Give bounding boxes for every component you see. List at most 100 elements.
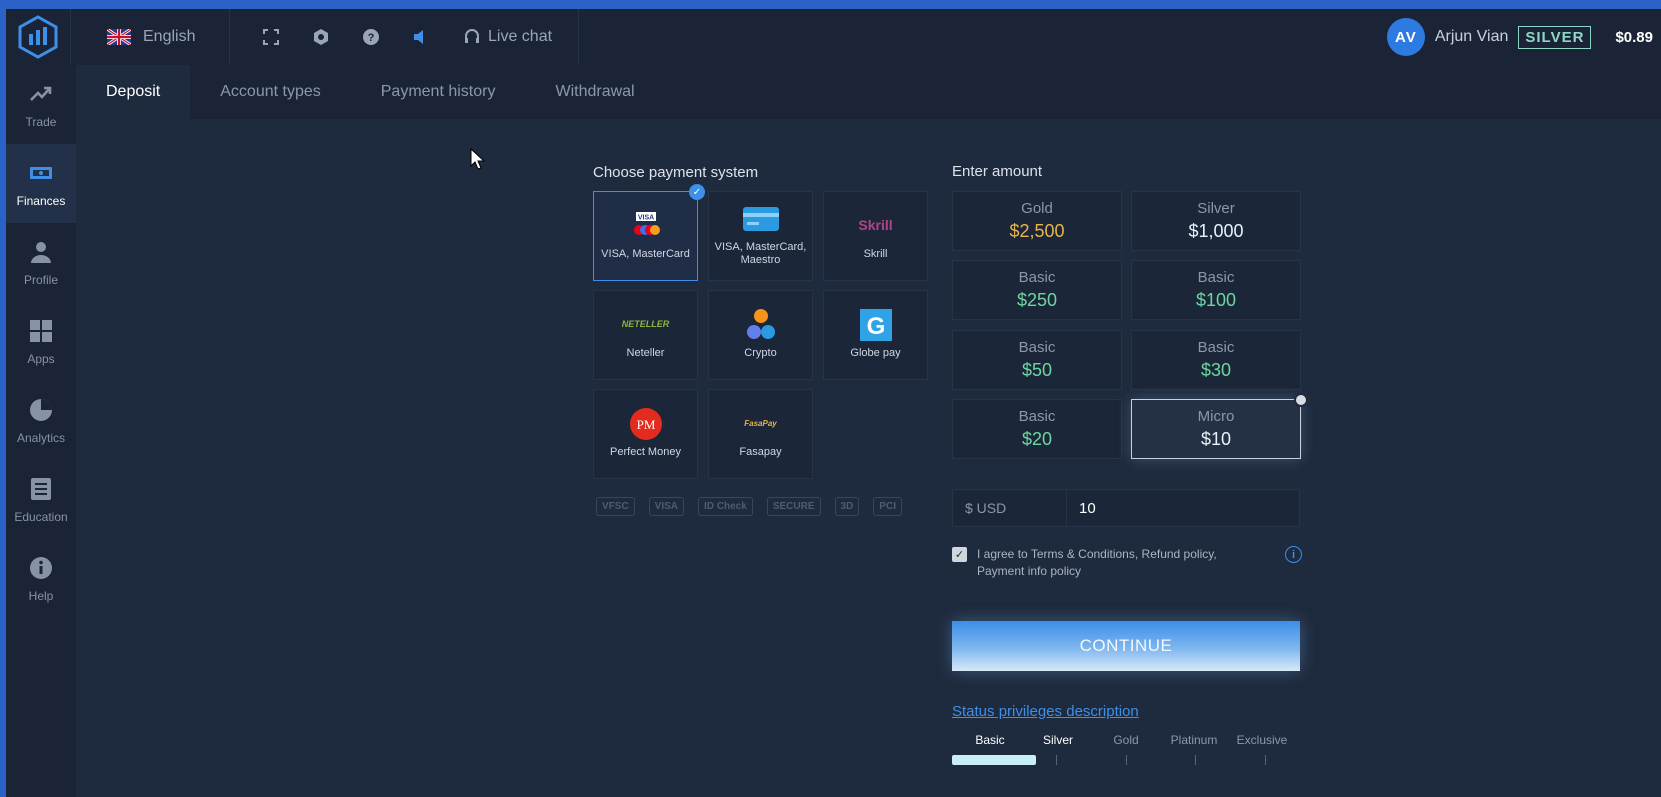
payment-method-label: Perfect Money: [610, 445, 681, 458]
fasapay-logo-icon: FasaPay: [744, 410, 776, 438]
cert-secure: SECURE: [766, 497, 821, 516]
amount-option-30[interactable]: Basic $30: [1131, 330, 1301, 390]
cert-vfsc: VFSC: [596, 497, 635, 516]
amount-option-100[interactable]: Basic $100: [1131, 260, 1301, 320]
header-divider: [578, 9, 580, 65]
avatar[interactable]: AV: [1386, 18, 1425, 56]
sidebar-item-analytics[interactable]: Analytics: [6, 381, 76, 460]
amount-option-20[interactable]: Basic $20: [952, 399, 1122, 459]
selected-dot-icon: [1294, 393, 1308, 407]
user-icon: [28, 239, 54, 265]
live-chat-button[interactable]: Live chat: [464, 28, 552, 46]
visa-logo-text: VISA: [637, 214, 653, 221]
amount-tier: Basic: [1018, 408, 1056, 425]
live-chat-label: Live chat: [488, 28, 553, 45]
payment-perfect-money[interactable]: PM Perfect Money: [593, 389, 698, 479]
perfect-money-logo-icon: PM: [629, 407, 662, 440]
payment-fasapay[interactable]: FasaPay Fasapay: [708, 389, 813, 479]
amount-option-gold[interactable]: Gold $2,500: [952, 191, 1122, 251]
tab-payment-history[interactable]: Payment history: [351, 65, 526, 119]
user-name[interactable]: Arjun Vian: [1435, 28, 1509, 46]
payment-skrill[interactable]: Skrill Skrill: [823, 191, 928, 281]
header-divider: [70, 9, 71, 65]
level-gold: Gold: [1113, 733, 1139, 747]
amount-option-micro[interactable]: Micro $10: [1131, 393, 1308, 459]
fasapay-logo-text: FasaPay: [744, 419, 777, 428]
status-badge: SILVER: [1518, 25, 1592, 49]
payment-globe-pay[interactable]: G Globe pay: [823, 290, 928, 380]
status-progress-fill: [952, 755, 1036, 765]
globe-pay-logo-text: G: [866, 313, 885, 340]
cert-visa: VISA: [648, 497, 685, 516]
amount-tier: Basic: [1197, 339, 1235, 356]
payment-crypto[interactable]: Crypto: [708, 290, 813, 380]
speaker-icon[interactable]: [410, 26, 432, 48]
amount-tier: Basic: [1197, 269, 1235, 286]
language-selector[interactable]: English: [107, 28, 229, 46]
amount-input-group: $ USD: [952, 489, 1300, 527]
status-privileges-link[interactable]: Status privileges description: [952, 703, 1139, 720]
amount-option-silver[interactable]: Silver $1,000: [1131, 191, 1301, 251]
amount-section-title: Enter amount: [952, 163, 1043, 180]
payment-method-label: Skrill: [863, 247, 888, 260]
account-balance[interactable]: $0.89: [1615, 29, 1653, 46]
sidebar: Trade Finances Profile Apps Analytics Ed…: [6, 65, 76, 797]
trend-icon: [28, 81, 54, 107]
payment-method-label: Globe pay: [850, 346, 901, 359]
sidebar-item-profile[interactable]: Profile: [6, 223, 76, 302]
amount-value: $30: [1200, 360, 1232, 380]
terms-text[interactable]: I agree to Terms & Conditions, Refund po…: [977, 546, 1247, 580]
globe-pay-logo-icon: G: [859, 308, 892, 341]
payment-method-label: Neteller: [626, 346, 665, 359]
visa-mastercard-logo-icon: VISA: [626, 211, 666, 240]
finance-tabs: Deposit Account types Payment history Wi…: [76, 65, 1661, 119]
level-exclusive: Exclusive: [1236, 733, 1288, 747]
currency-label: $ USD: [953, 490, 1067, 526]
svg-text:?: ?: [368, 32, 375, 44]
uk-flag-icon: [107, 29, 131, 45]
sidebar-item-apps[interactable]: Apps: [6, 302, 76, 381]
pm-logo-text: PM: [636, 417, 655, 432]
info-icon: [28, 555, 54, 581]
sidebar-item-education[interactable]: Education: [6, 460, 76, 539]
sidebar-item-finances[interactable]: Finances: [6, 144, 76, 223]
amount-tier: Silver: [1197, 200, 1235, 217]
mouse-cursor-icon: [470, 148, 486, 170]
security-certificates: VFSC VISA ID Check SECURE 3D PCI: [596, 497, 902, 516]
payment-method-label: VISA, MasterCard, Maestro: [714, 241, 807, 266]
payment-visa-mastercard[interactable]: ✓ VISA VISA, MasterCard: [593, 184, 705, 281]
sidebar-item-help[interactable]: Help: [6, 539, 76, 618]
info-icon[interactable]: i: [1285, 546, 1302, 563]
amount-option-250[interactable]: Basic $250: [952, 260, 1122, 320]
fullscreen-icon[interactable]: [260, 26, 282, 48]
sidebar-item-label: Profile: [23, 272, 58, 287]
cert-pci: PCI: [873, 497, 902, 516]
terms-agreement: ✓ I agree to Terms & Conditions, Refund …: [952, 546, 1302, 580]
payment-method-label: VISA, MasterCard: [601, 247, 690, 260]
sidebar-item-trade[interactable]: Trade: [6, 65, 76, 144]
terms-checkbox[interactable]: ✓: [952, 547, 967, 562]
payment-visa-mastercard-maestro[interactable]: VISA, MasterCard, Maestro: [708, 191, 813, 281]
top-header: English ? Live chat AV Arjun Vian SILVER…: [6, 9, 1661, 65]
help-icon[interactable]: ?: [360, 26, 382, 48]
tab-account-types[interactable]: Account types: [190, 65, 351, 119]
payment-method-label: Crypto: [744, 346, 777, 359]
amount-value: $1,000: [1188, 221, 1244, 241]
amount-option-50[interactable]: Basic $50: [952, 330, 1122, 390]
logo[interactable]: [6, 9, 70, 65]
skrill-logo-icon: Skrill: [858, 212, 892, 240]
level-silver: Silver: [1042, 733, 1073, 747]
amount-tier: Micro: [1197, 408, 1235, 425]
tab-withdrawal[interactable]: Withdrawal: [525, 65, 664, 119]
continue-button[interactable]: CONTINUE: [952, 621, 1300, 671]
security-icon[interactable]: [310, 26, 332, 48]
check-icon: ✓: [689, 184, 705, 200]
book-icon: [28, 476, 54, 502]
card-icon: [742, 205, 779, 233]
sidebar-item-label: Apps: [27, 351, 55, 366]
payment-neteller[interactable]: NETELLER Neteller: [593, 290, 698, 380]
grid-icon: [28, 318, 54, 344]
amount-input[interactable]: [1067, 499, 1287, 517]
crypto-icon: [743, 308, 779, 339]
tab-deposit[interactable]: Deposit: [76, 65, 191, 119]
